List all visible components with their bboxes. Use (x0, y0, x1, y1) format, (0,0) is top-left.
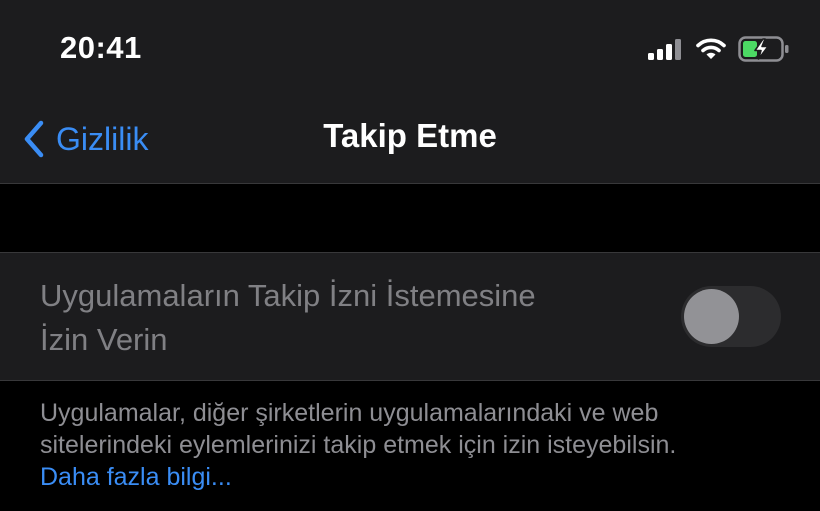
allow-tracking-toggle[interactable] (681, 286, 781, 347)
wifi-icon (696, 38, 726, 60)
screen: 20:41 Gizlilik Takip Etme Uygulamaların … (0, 0, 820, 511)
learn-more-link[interactable]: Daha fazla bilgi... (40, 461, 800, 493)
nav-divider (0, 183, 820, 184)
cellular-signal-icon (648, 38, 684, 60)
cell-bottom-divider (0, 380, 820, 381)
tracking-setting-label-line1: Uygulamaların Takip İzni İstemesine (40, 278, 536, 313)
tracking-setting-label: Uygulamaların Takip İzni İstemesine İzin… (40, 274, 640, 362)
page-title: Takip Etme (323, 117, 497, 154)
toggle-knob (684, 289, 739, 344)
battery-charging-icon (738, 36, 790, 62)
status-time: 20:41 (60, 30, 142, 65)
tracking-setting-label-line2: İzin Verin (40, 322, 168, 357)
footer-line1: Uygulamalar, diğer şirketlerin uygulamal… (40, 399, 659, 427)
footer-description: Uygulamalar, diğer şirketlerin uygulamal… (40, 397, 800, 493)
footer-line2: sitelerindeki eylemlerinizi takip etmek … (40, 431, 677, 459)
status-icons (648, 33, 790, 65)
